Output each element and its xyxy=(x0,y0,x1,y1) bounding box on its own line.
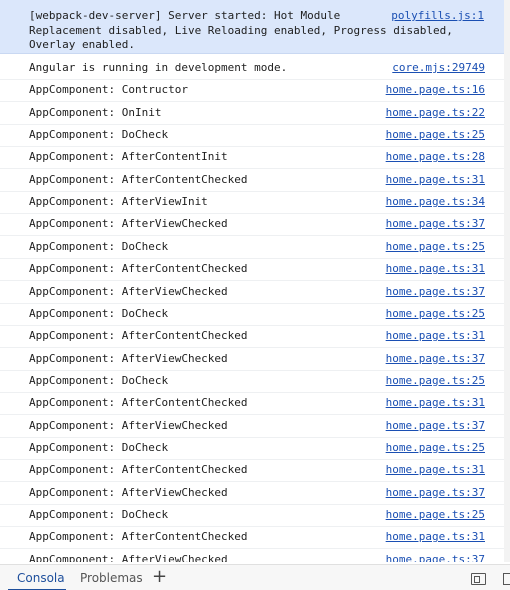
console-message-row: AppComponent: DoCheck home.page.ts:25 xyxy=(0,303,510,326)
source-link[interactable]: home.page.ts:31 xyxy=(386,463,485,477)
source-link[interactable]: home.page.ts:25 xyxy=(386,128,485,142)
source-link[interactable]: polyfills.js:1 xyxy=(391,9,484,22)
source-link[interactable]: core.mjs:29749 xyxy=(392,61,485,75)
console-message-row: AppComponent: DoCheck home.page.ts:25 xyxy=(0,236,510,259)
source-link[interactable]: home.page.ts:37 xyxy=(386,419,485,433)
source-link[interactable]: home.page.ts:31 xyxy=(386,396,485,410)
console-message-text: AppComponent: AfterViewChecked xyxy=(29,552,228,562)
console-message-row: AppComponent: AfterContentChecked home.pa… xyxy=(0,392,510,416)
source-link[interactable]: home.page.ts:31 xyxy=(386,173,485,187)
console-message-text: AppComponent: AfterContentChecked xyxy=(29,396,248,410)
panel-icon[interactable] xyxy=(503,573,510,585)
source-link[interactable]: home.page.ts:22 xyxy=(386,106,485,120)
console-message-text: AppComponent: DoCheck xyxy=(29,508,169,521)
console-message-text: AppComponent: DoCheck xyxy=(29,306,169,320)
console-message-text: AppComponent: AfterContentInit xyxy=(29,150,228,164)
plus-icon[interactable]: + xyxy=(152,568,167,586)
console-message-text: AppComponent: DoCheck xyxy=(29,440,169,454)
console-message-text: AppComponent: AfterViewChecked xyxy=(29,284,228,298)
console-message-text: AppComponent: DoCheck xyxy=(29,373,169,387)
console-message-row: AppComponent: AfterContentChecked home.pa… xyxy=(0,258,510,282)
console-message-text: AppComponent: AfterViewInit xyxy=(29,195,208,209)
console-message-row: AppComponent: AfterViewChecked home.page.… xyxy=(0,348,510,371)
console-message-row: AppComponent: AfterViewChecked home.page.… xyxy=(0,482,510,505)
console-message-row: AppComponent: AfterViewChecked home.page.… xyxy=(0,415,510,438)
console-message-text: Angular is running in development mode. xyxy=(29,61,288,74)
console-message-text: AppComponent: AfterContentChecked xyxy=(29,530,248,544)
console-message-row: AppComponent: AfterContentChecked home.pa… xyxy=(0,169,510,192)
console-message-row: AppComponent: Contructor home.page.ts:16 xyxy=(0,79,510,103)
source-link[interactable]: home.page.ts:31 xyxy=(386,262,485,276)
source-link[interactable]: home.page.ts:28 xyxy=(386,150,485,164)
console-message-text: AppComponent: AfterContentChecked xyxy=(29,329,248,343)
console-message-row: AppComponent: DoCheck home.page.ts:25 xyxy=(0,504,510,527)
source-link[interactable]: home.page.ts:34 xyxy=(386,195,485,209)
console-message-row: AppComponent: AfterContentInit home.page.… xyxy=(0,146,510,170)
bottom-tab-bar: Consola Problemas + xyxy=(0,564,510,590)
console-message-text: AppComponent: Contructor xyxy=(29,83,188,97)
source-link[interactable]: home.page.ts:25 xyxy=(386,240,485,254)
console-message-text: AppComponent: DoCheck xyxy=(29,128,169,142)
tab-console[interactable]: Consola xyxy=(17,571,65,585)
console-message-row: AppComponent: AfterContentChecked home.pa… xyxy=(0,459,510,483)
console-message-text: AppComponent: AfterContentChecked xyxy=(29,172,248,186)
tab-problems[interactable]: Problemas xyxy=(80,571,143,585)
console-message-text: AppComponent: OnInit xyxy=(29,105,162,119)
dock-side-icon[interactable] xyxy=(471,573,486,585)
console-message-row: AppComponent: DoCheck home.page.ts:25 xyxy=(0,124,510,148)
console-message-row: AppComponent: AfterViewChecked home.page.… xyxy=(0,281,510,304)
console-message-row: AppComponent: OnInit home.page.ts:22 xyxy=(0,102,510,125)
source-link[interactable]: home.page.ts:37 xyxy=(386,217,485,231)
source-link[interactable]: home.page.ts:31 xyxy=(386,530,485,544)
console-message-row: AppComponent: AfterContentChecked home.pa… xyxy=(0,526,510,550)
vertical-scrollbar[interactable] xyxy=(504,0,510,562)
console-message-text: AppComponent: AfterViewChecked xyxy=(29,351,228,365)
console-message-row: AppComponent: DoCheck home.page.ts:25 xyxy=(0,437,510,460)
console-message-text: AppComponent: AfterViewChecked xyxy=(29,485,228,499)
source-link[interactable]: home.page.ts:37 xyxy=(386,285,485,299)
info-message-banner: [webpack-dev-server] Server started: Hot… xyxy=(0,0,504,54)
source-link[interactable]: home.page.ts:16 xyxy=(386,83,485,97)
source-link[interactable]: home.page.ts:25 xyxy=(386,441,485,455)
console-message-row: AppComponent: DoCheck home.page.ts:25 xyxy=(0,370,510,393)
console-message-row: AppComponent: AfterContentChecked home.pa… xyxy=(0,325,510,349)
console-message-row: AppComponent: AfterViewChecked home.page.… xyxy=(0,549,510,562)
console-message-row: AppComponent: AfterViewInit home.page.ts:… xyxy=(0,191,510,215)
source-link[interactable]: home.page.ts:37 xyxy=(386,352,485,366)
console-message-text: AppComponent: DoCheck xyxy=(29,239,169,253)
source-link[interactable]: home.page.ts:25 xyxy=(386,374,485,388)
console-message-text: AppComponent: AfterContentChecked xyxy=(29,463,248,477)
console-message-text: AppComponent: AfterContentChecked xyxy=(29,262,248,276)
source-link[interactable]: home.page.ts:25 xyxy=(386,508,485,522)
source-link[interactable]: home.page.ts:37 xyxy=(386,486,485,500)
console-message-text: AppComponent: AfterViewChecked xyxy=(29,217,228,231)
source-link[interactable]: home.page.ts:31 xyxy=(386,329,485,343)
console-message-text: AppComponent: AfterViewChecked xyxy=(29,418,228,432)
source-link[interactable]: home.page.ts:25 xyxy=(386,307,485,321)
source-link[interactable]: home.page.ts:37 xyxy=(386,553,485,562)
console-message-row: AppComponent: AfterViewChecked home.page.… xyxy=(0,213,510,237)
console-panel: [webpack-dev-server] Server started: Hot… xyxy=(0,0,510,562)
console-message-row: Angular is running in development mode. c… xyxy=(0,57,510,80)
